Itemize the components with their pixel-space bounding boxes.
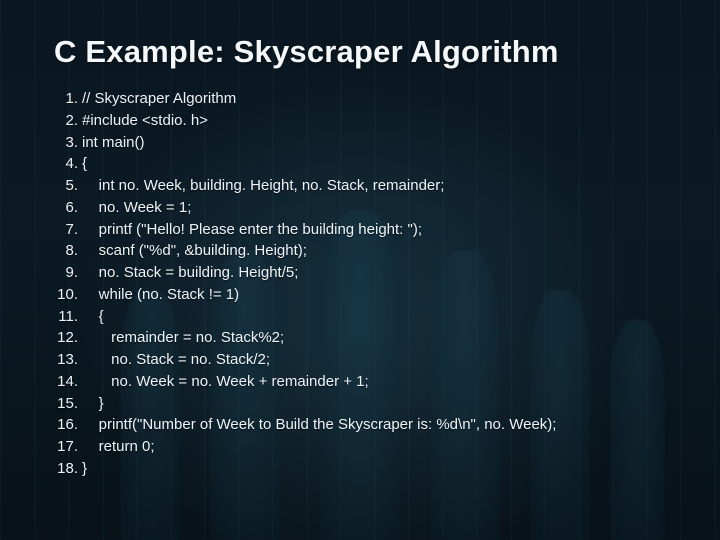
code-line-text: printf ("Hello! Please enter the buildin… <box>82 221 422 238</box>
code-line: } <box>82 458 666 480</box>
code-listing: // Skyscraper Algorithm #include <stdio. … <box>54 88 666 480</box>
code-line-text: { <box>82 155 87 172</box>
code-line-text: int no. Week, building. Height, no. Stac… <box>82 177 444 194</box>
code-line: printf ("Hello! Please enter the buildin… <box>82 219 666 241</box>
code-line: { <box>82 306 666 328</box>
code-line-text: return 0; <box>82 438 155 455</box>
code-line-text: int main() <box>82 134 145 151</box>
code-line-text: no. Stack = building. Height/5; <box>82 264 298 281</box>
code-line: int main() <box>82 132 666 154</box>
code-line: scanf ("%d", &building. Height); <box>82 240 666 262</box>
code-line-text: scanf ("%d", &building. Height); <box>82 242 307 259</box>
code-line-text: no. Week = 1; <box>82 199 191 216</box>
code-line: no. Week = 1; <box>82 197 666 219</box>
code-line: return 0; <box>82 436 666 458</box>
slide-title: C Example: Skyscraper Algorithm <box>54 34 666 70</box>
code-line-text: while (no. Stack != 1) <box>82 286 239 303</box>
code-line-text: no. Stack = no. Stack/2; <box>82 351 270 368</box>
code-line: no. Week = no. Week + remainder + 1; <box>82 371 666 393</box>
code-line-text: remainder = no. Stack%2; <box>82 329 284 346</box>
code-line-text: } <box>82 395 104 412</box>
code-line-text: no. Week = no. Week + remainder + 1; <box>82 373 369 390</box>
code-line: } <box>82 393 666 415</box>
code-line-text: #include <stdio. h> <box>82 112 208 129</box>
code-line: // Skyscraper Algorithm <box>82 88 666 110</box>
slide: C Example: Skyscraper Algorithm // Skysc… <box>0 0 720 540</box>
code-line-text: } <box>82 460 87 477</box>
code-line-text: // Skyscraper Algorithm <box>82 90 236 107</box>
code-line: no. Stack = no. Stack/2; <box>82 349 666 371</box>
code-line: no. Stack = building. Height/5; <box>82 262 666 284</box>
code-line: printf("Number of Week to Build the Skys… <box>82 414 666 436</box>
code-line: while (no. Stack != 1) <box>82 284 666 306</box>
code-line: #include <stdio. h> <box>82 110 666 132</box>
code-line: remainder = no. Stack%2; <box>82 327 666 349</box>
code-line: { <box>82 153 666 175</box>
code-line: int no. Week, building. Height, no. Stac… <box>82 175 666 197</box>
code-line-text: { <box>82 308 104 325</box>
code-line-text: printf("Number of Week to Build the Skys… <box>82 416 556 433</box>
